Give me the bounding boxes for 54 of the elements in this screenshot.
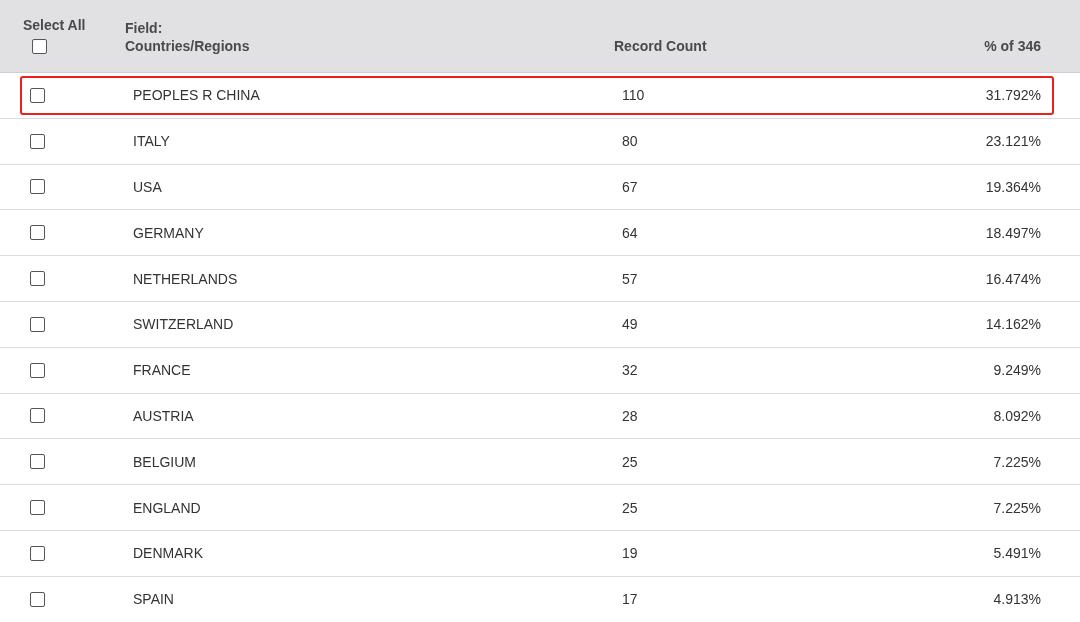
row-checkbox[interactable]	[30, 87, 45, 103]
table-cell: 4.913%	[993, 591, 1041, 608]
table-cell-text: 25	[622, 499, 639, 516]
table-cell: 7.225%	[993, 453, 1041, 470]
table-cell-text: 28	[622, 407, 639, 424]
table-cell: 23.121%	[985, 133, 1041, 150]
row-checkbox[interactable]	[30, 133, 45, 149]
row-checkbox[interactable]	[30, 500, 45, 516]
table-cell: 16.474%	[985, 270, 1041, 287]
table-cell: 14.162%	[985, 316, 1041, 333]
table-cell-text: PEOPLES R CHINA	[133, 87, 261, 104]
table-cell-text: NETHERLANDS	[133, 270, 239, 287]
table-cell-text: USA	[133, 179, 163, 195]
table-cell-text: 32	[622, 362, 639, 379]
table-cell: 31.792%	[985, 87, 1041, 104]
table-cell: 9.249%	[993, 362, 1041, 379]
column-header: % of 346	[984, 38, 1041, 54]
column-header: Record Count	[614, 38, 708, 54]
table-cell-text: BELGIUM	[133, 453, 197, 470]
table-cell-text: 57	[622, 270, 639, 287]
table-cell-text: 17	[622, 591, 639, 608]
row-checkbox[interactable]	[30, 591, 45, 607]
table-cell-text: 49	[622, 316, 639, 333]
table-cell-text: 110	[622, 87, 646, 104]
row-checkbox[interactable]	[30, 225, 45, 241]
row-checkbox[interactable]	[30, 316, 45, 332]
table-cell-text: FRANCE	[133, 362, 192, 379]
table-cell: 7.225%	[993, 499, 1041, 516]
table-cell-text: GERMANY	[133, 224, 205, 241]
row-checkbox[interactable]	[30, 545, 45, 561]
table-cell-text: 67	[622, 179, 639, 195]
select-all-label: Select All	[23, 17, 86, 33]
table-cell-text: 25	[622, 453, 639, 470]
column-header: Countries/Regions	[125, 38, 251, 54]
table-cell: 18.497%	[985, 224, 1041, 241]
table-cell-text: DENMARK	[133, 545, 204, 562]
table-cell-text: SPAIN	[133, 591, 175, 608]
row-checkbox[interactable]	[30, 271, 45, 287]
table-cell-text: SWITZERLAND	[133, 316, 235, 333]
table-cell-text: 80	[622, 133, 639, 150]
table-cell: 19.364%	[985, 179, 1041, 195]
table-cell: 8.092%	[993, 407, 1041, 424]
table-cell-text: ENGLAND	[133, 499, 202, 516]
table-cell: 5.491%	[993, 545, 1041, 562]
table-cell-text: 64	[622, 224, 639, 241]
select-all-checkbox[interactable]	[32, 39, 47, 54]
table-cell-text: AUSTRIA	[133, 407, 195, 424]
table-cell-text: 19	[622, 545, 639, 562]
row-checkbox[interactable]	[30, 454, 45, 470]
table-cell-text: ITALY	[133, 133, 171, 150]
row-checkbox[interactable]	[30, 179, 45, 195]
field-label: Field:	[125, 20, 164, 36]
row-checkbox[interactable]	[30, 362, 45, 378]
row-checkbox[interactable]	[30, 408, 45, 424]
